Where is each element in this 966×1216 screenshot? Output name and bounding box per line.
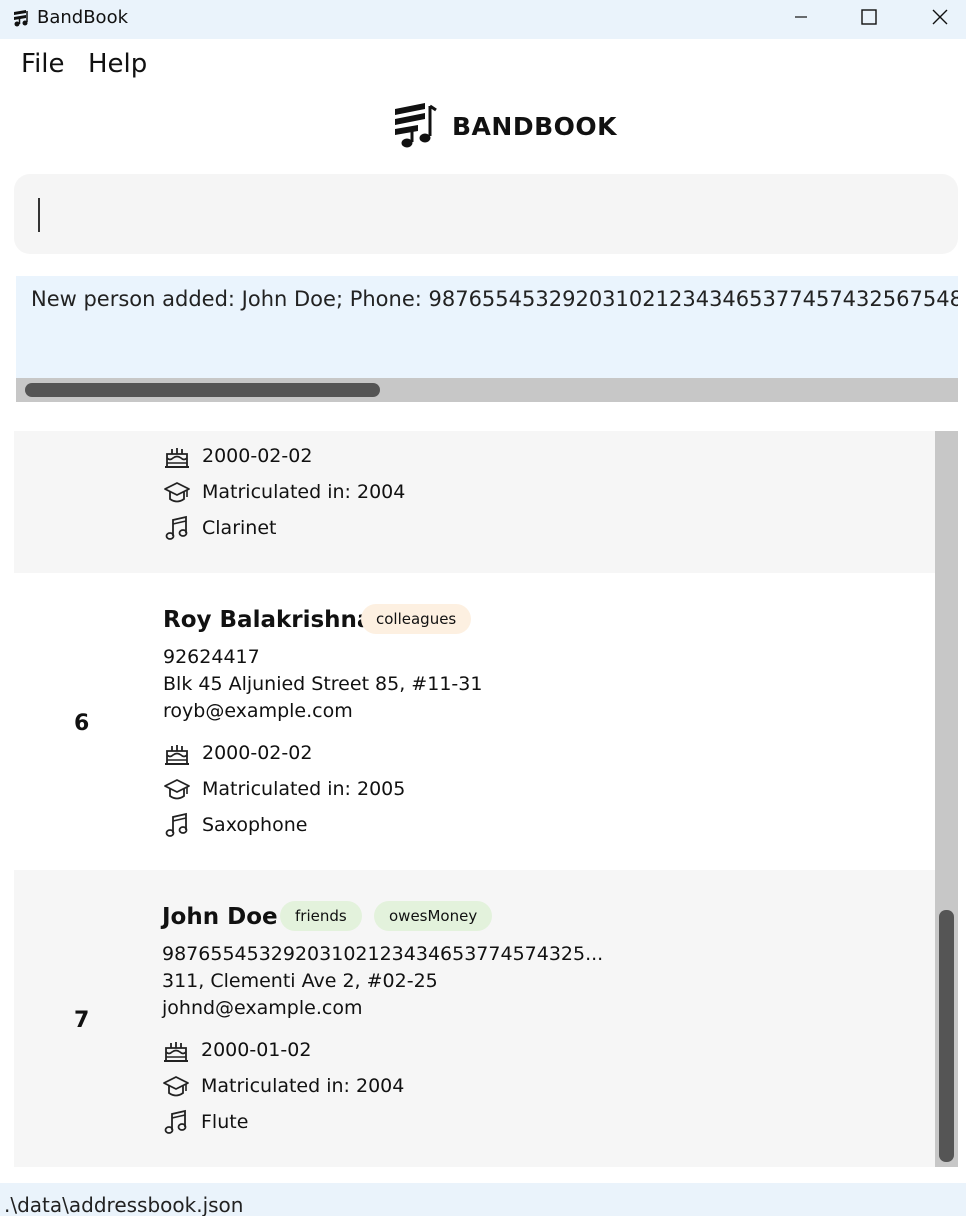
maximize-icon <box>860 8 878 26</box>
menu-bar: File Help <box>0 39 966 91</box>
birthday-row: 2000-02-02 <box>163 441 312 471</box>
music-note-icon <box>163 514 191 542</box>
list-vertical-scrollbar[interactable] <box>935 431 958 1167</box>
graduation-cap-icon <box>162 1072 190 1100</box>
person-list: 5 2000-02-02 Matriculated in: 2004 Clari… <box>14 431 958 1167</box>
instrument-row: Saxophone <box>163 810 307 840</box>
command-input[interactable] <box>36 194 936 234</box>
close-button[interactable] <box>905 0 966 33</box>
result-scrollbar-thumb[interactable] <box>25 383 380 397</box>
birthday-text: 2000-02-02 <box>202 742 313 764</box>
status-bar: .\data\addressbook.json <box>0 1183 966 1216</box>
menu-file[interactable]: File <box>21 49 65 79</box>
bandbook-logo-icon <box>392 100 438 153</box>
person-name: John Doe <box>162 904 278 930</box>
matriculation-text: Matriculated in: 2004 <box>202 481 406 503</box>
birthday-row: 2000-02-02 <box>163 738 312 768</box>
close-icon <box>931 8 949 26</box>
person-email: royb@example.com <box>163 700 353 722</box>
result-horizontal-scrollbar[interactable] <box>16 378 958 402</box>
birthday-text: 2000-02-02 <box>202 445 313 467</box>
birthday-text: 2000-01-02 <box>201 1039 312 1061</box>
music-note-icon <box>163 811 191 839</box>
music-note-icon <box>162 1108 190 1136</box>
person-name: Roy Balakrishnan <box>163 607 389 633</box>
tag-owesmoney: owesMoney <box>374 901 493 931</box>
matriculation-text: Matriculated in: 2004 <box>201 1075 405 1097</box>
minimize-button[interactable] <box>766 0 836 33</box>
person-address: Blk 45 Aljunied Street 85, #11-31 <box>163 673 483 695</box>
person-index: 5 <box>74 431 89 432</box>
person-card[interactable]: 6 Roy Balakrishnan colleagues 92624417 B… <box>14 573 935 870</box>
matriculation-text: Matriculated in: 2005 <box>202 778 406 800</box>
tag-colleagues: colleagues <box>361 604 472 634</box>
matriculation-row: Matriculated in: 2004 <box>163 477 405 507</box>
person-address: 311, Clementi Ave 2, #02-25 <box>162 970 438 992</box>
person-index: 6 <box>74 711 90 736</box>
list-scrollbar-thumb[interactable] <box>939 910 954 1162</box>
graduation-cap-icon <box>163 775 191 803</box>
command-box <box>14 174 958 254</box>
title-bar: BandBook <box>0 0 966 39</box>
person-card[interactable]: 7 John Doe friends owesMoney 98765545329… <box>14 870 935 1167</box>
birthday-cake-icon <box>163 442 191 470</box>
logo-text: BANDBOOK <box>452 111 618 141</box>
window-title: BandBook <box>37 7 129 28</box>
instrument-row: Flute <box>162 1107 248 1137</box>
text-cursor <box>38 198 40 232</box>
person-email: johnd@example.com <box>162 997 363 1019</box>
birthday-cake-icon <box>163 739 191 767</box>
person-phone: 98765545329203102123434653774574325... <box>162 943 604 965</box>
result-display: New person added: John Doe; Phone: 98765… <box>16 276 958 402</box>
maximize-button[interactable] <box>834 0 904 33</box>
minimize-icon <box>793 9 809 25</box>
graduation-cap-icon <box>163 478 191 506</box>
matriculation-row: Matriculated in: 2004 <box>162 1071 404 1101</box>
instrument-text: Saxophone <box>202 814 308 836</box>
tag-friends: friends <box>280 901 362 931</box>
person-index: 7 <box>74 1008 90 1033</box>
menu-help[interactable]: Help <box>88 49 147 79</box>
matriculation-row: Matriculated in: 2005 <box>163 774 405 804</box>
app-logo: BANDBOOK <box>392 101 617 151</box>
instrument-text: Clarinet <box>202 517 277 539</box>
birthday-row: 2000-01-02 <box>162 1035 311 1065</box>
bandbook-logo-icon <box>12 9 32 27</box>
instrument-row: Clarinet <box>163 513 276 543</box>
person-phone: 92624417 <box>163 646 260 668</box>
instrument-text: Flute <box>201 1111 249 1133</box>
data-file-path: .\data\addressbook.json <box>4 1193 244 1216</box>
result-text: New person added: John Doe; Phone: 98765… <box>31 287 958 311</box>
person-card[interactable]: 5 2000-02-02 Matriculated in: 2004 Clari… <box>14 431 935 573</box>
birthday-cake-icon <box>162 1036 190 1064</box>
